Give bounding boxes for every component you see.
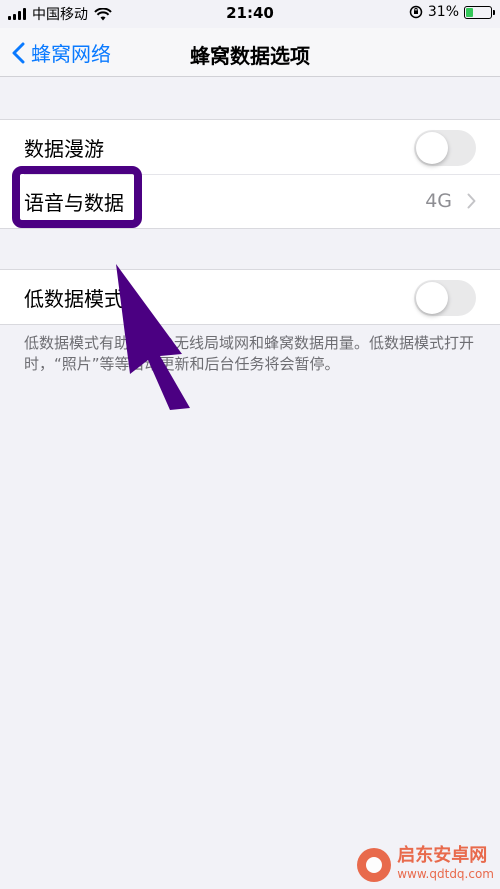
toggle-knob — [416, 282, 448, 314]
watermark-name: 启东安卓网 — [397, 845, 488, 866]
chevron-right-icon — [467, 193, 476, 209]
arrow-annotation — [116, 264, 190, 410]
battery-fill — [466, 7, 473, 17]
watermark: 启东安卓网 www.qdtdq.com — [357, 847, 494, 883]
battery-icon — [464, 5, 495, 19]
toggle-knob — [416, 132, 448, 164]
low-data-mode-footnote: 低数据模式有助于减少无线局域网和蜂窝数据用量。低数据模式打开时，“照片”等等自动… — [24, 334, 475, 373]
low-data-mode-row: 低数据模式 — [0, 270, 500, 324]
orientation-lock-icon — [409, 5, 423, 19]
highlight-box — [12, 166, 142, 228]
watermark-text: 启东安卓网 www.qdtdq.com — [397, 847, 494, 883]
nav-bar: 蜂窝网络 蜂窝数据选项 — [0, 28, 500, 77]
watermark-logo-icon — [357, 848, 392, 882]
data-roaming-toggle[interactable] — [414, 130, 476, 166]
low-data-mode-toggle[interactable] — [414, 280, 476, 316]
settings-group-low-data: 低数据模式 — [0, 269, 500, 325]
battery-percent: 31% — [427, 4, 459, 20]
status-right: 31% — [409, 4, 495, 20]
page-title: 蜂窝数据选项 — [190, 44, 310, 68]
status-bar: 中国移动 21:40 31% — [0, 0, 500, 28]
watermark-url: www.qdtdq.com — [397, 867, 494, 881]
voice-data-value: 4G — [425, 190, 452, 212]
data-roaming-label: 数据漫游 — [24, 136, 104, 161]
